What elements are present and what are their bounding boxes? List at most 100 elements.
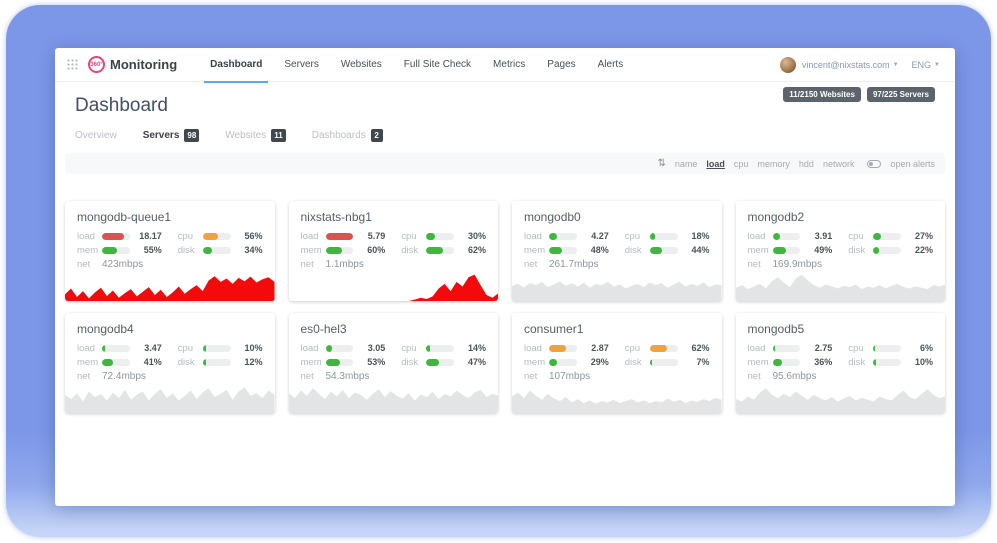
nav-tab-alerts[interactable]: Alerts: [587, 48, 635, 82]
load-value: 2.87: [583, 343, 609, 353]
server-name: mongodb2: [736, 201, 946, 224]
user-avatar[interactable]: [780, 57, 796, 73]
mem-label: mem: [748, 245, 773, 256]
mem-metric: mem 48%: [524, 245, 609, 255]
server-card[interactable]: es0-hel3 load 3.05 mem 53% net 54.3mbps: [289, 313, 499, 413]
disk-label: disk: [625, 357, 650, 368]
subtab-overview[interactable]: Overview: [75, 130, 117, 141]
disk-label: disk: [848, 357, 873, 368]
nav-tab-servers[interactable]: Servers: [273, 48, 329, 82]
user-email-dropdown[interactable]: vincent@nixstats.com: [802, 60, 890, 70]
sort-option-cpu[interactable]: cpu: [734, 159, 749, 169]
apps-grid-icon[interactable]: [67, 59, 78, 70]
stage: 360° Monitoring DashboardServersWebsites…: [0, 0, 997, 543]
cpu-label: cpu: [401, 343, 426, 354]
server-name: mongodb-queue1: [65, 201, 275, 224]
cpu-label: cpu: [625, 343, 650, 354]
logo[interactable]: 360° Monitoring: [88, 56, 177, 73]
server-card[interactable]: nixstats-nbg1 load 5.79 mem 60% net 1.1m…: [289, 201, 499, 301]
nav-tab-pages[interactable]: Pages: [536, 48, 586, 82]
disk-value: 47%: [460, 357, 486, 367]
cpu-bar: [203, 345, 231, 352]
disk-label: disk: [401, 245, 426, 256]
server-name: es0-hel3: [289, 313, 499, 336]
sort-option-hdd[interactable]: hdd: [799, 159, 814, 169]
cpu-bar: [873, 345, 901, 352]
cpu-metric: cpu 10%: [178, 343, 263, 353]
subtab-websites[interactable]: Websites11: [225, 129, 285, 142]
load-metric: load 3.05: [301, 343, 386, 353]
page-title: Dashboard: [75, 95, 168, 117]
server-name: mongodb5: [736, 313, 946, 336]
mem-bar: [773, 359, 801, 366]
subtab-servers[interactable]: Servers98: [143, 129, 200, 142]
disk-label: disk: [625, 245, 650, 256]
load-metric: load 2.87: [524, 343, 609, 353]
page-content: Dashboard 11/2150 Websites 97/225 Servers…: [55, 87, 955, 413]
mem-bar: [326, 359, 354, 366]
disk-bar: [650, 359, 678, 366]
filter-bar: ⇅ name loadcpu memory hdd network open alert…: [65, 153, 945, 174]
mem-label: mem: [748, 357, 773, 368]
sort-icon[interactable]: ⇅: [657, 158, 665, 169]
disk-metric: disk 34%: [178, 245, 263, 255]
nav-tab-metrics[interactable]: Metrics: [482, 48, 536, 82]
mem-value: 53%: [359, 357, 385, 367]
cpu-metric: cpu 14%: [401, 343, 486, 353]
open-alerts-toggle-icon[interactable]: [867, 160, 881, 168]
load-label: load: [301, 343, 326, 354]
subtabs: Overview Servers98 Websites11 Dashboards2: [75, 129, 935, 142]
mem-value: 55%: [136, 245, 162, 255]
sort-option-load[interactable]: load: [706, 159, 725, 169]
load-bar: [549, 233, 577, 240]
logo-text: Monitoring: [110, 57, 177, 72]
cpu-metric: cpu 30%: [401, 231, 486, 241]
server-card[interactable]: mongodb0 load 4.27 mem 48% net 261.7mbps: [512, 201, 722, 301]
mem-bar: [549, 247, 577, 254]
sparkline-chart: [65, 268, 275, 301]
sparkline-chart: [512, 268, 722, 301]
cpu-value: 30%: [460, 231, 486, 241]
sort-option-memory[interactable]: memory: [757, 159, 790, 169]
sort-option-network[interactable]: network: [823, 159, 855, 169]
disk-bar: [426, 247, 454, 254]
server-card[interactable]: mongodb5 load 2.75 mem 36% net 95.6mbps: [736, 313, 946, 413]
load-metric: load 2.75: [748, 343, 833, 353]
disk-value: 34%: [237, 245, 263, 255]
server-card[interactable]: mongodb2 load 3.91 mem 49% net 169.9mbps: [736, 201, 946, 301]
disk-value: 62%: [460, 245, 486, 255]
load-value: 2.75: [806, 343, 832, 353]
cpu-label: cpu: [178, 343, 203, 354]
nav-tab-websites[interactable]: Websites: [330, 48, 393, 82]
cpu-metric: cpu 27%: [848, 231, 933, 241]
load-value: 18.17: [136, 231, 162, 241]
server-card[interactable]: consumer1 load 2.87 mem 29% net 107mbps: [512, 313, 722, 413]
count-badge[interactable]: 97/225 Servers: [867, 87, 935, 102]
sparkline-chart: [65, 380, 275, 413]
subtab-dashboards[interactable]: Dashboards2: [312, 129, 383, 142]
disk-metric: disk 44%: [625, 245, 710, 255]
server-card[interactable]: mongodb4 load 3.47 mem 41% net 72.4mbps: [65, 313, 275, 413]
disk-label: disk: [178, 245, 203, 256]
nav-tab-dashboard[interactable]: Dashboard: [199, 48, 273, 82]
server-card[interactable]: mongodb-queue1 load 18.17 mem 55% net 42…: [65, 201, 275, 301]
mem-value: 60%: [359, 245, 385, 255]
mem-value: 48%: [583, 245, 609, 255]
count-badge[interactable]: 11/2150 Websites: [783, 87, 861, 102]
sort-option-name[interactable]: name: [675, 159, 698, 169]
cpu-metric: cpu 62%: [625, 343, 710, 353]
disk-value: 7%: [684, 357, 710, 367]
open-alerts-filter[interactable]: open alerts: [890, 159, 935, 169]
chevron-down-icon: ▼: [893, 62, 899, 68]
language-dropdown[interactable]: ENG: [912, 60, 932, 70]
disk-bar: [650, 247, 678, 254]
disk-metric: disk 47%: [401, 357, 486, 367]
cpu-bar: [426, 233, 454, 240]
nav-tab-full-site-check[interactable]: Full Site Check: [393, 48, 482, 82]
subtab-count-badge: 98: [184, 129, 199, 142]
server-name: consumer1: [512, 313, 722, 336]
chevron-down-icon: ▼: [934, 62, 940, 68]
load-bar: [773, 345, 801, 352]
mem-label: mem: [524, 245, 549, 256]
top-navbar: 360° Monitoring DashboardServersWebsites…: [55, 48, 955, 82]
